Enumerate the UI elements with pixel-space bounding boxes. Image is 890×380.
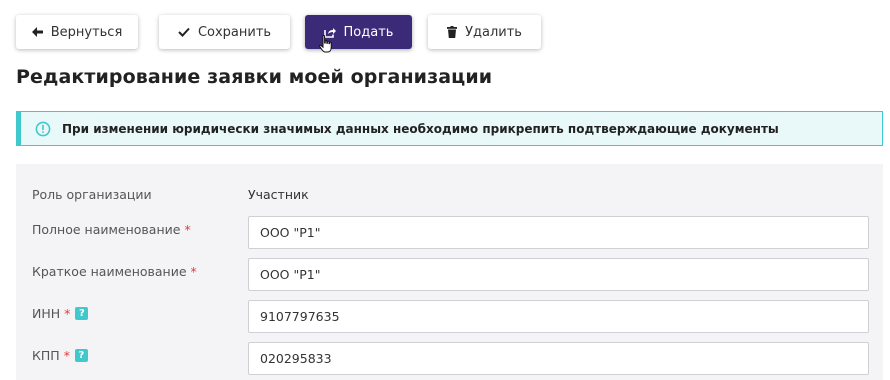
kpp-input[interactable] <box>248 342 869 375</box>
save-button-label: Сохранить <box>197 24 272 40</box>
question-icon[interactable]: ? <box>75 307 89 320</box>
inn-label-text: ИНН <box>32 306 61 321</box>
full-name-label: Полное наименование * <box>32 222 191 237</box>
required-mark: * <box>184 222 191 237</box>
page-title: Редактирование заявки моей организации <box>16 66 493 88</box>
inn-input[interactable] <box>248 300 869 333</box>
arrow-left-icon <box>31 27 43 37</box>
short-name-label: Краткое наименование * <box>32 264 197 279</box>
inn-row: ИНН * ? <box>16 300 883 333</box>
required-mark: * <box>64 306 71 321</box>
role-label-text: Роль организации <box>32 187 152 202</box>
submit-button-label: Подать <box>343 24 394 40</box>
full-name-input[interactable] <box>248 216 869 249</box>
trash-icon <box>447 26 458 38</box>
short-name-row: Краткое наименование * <box>16 258 883 291</box>
required-mark: * <box>190 264 197 279</box>
short-name-input[interactable] <box>248 258 869 291</box>
kpp-label: КПП * ? <box>32 348 88 363</box>
back-button-label: Вернуться <box>50 24 123 40</box>
short-name-label-text: Краткое наименование <box>32 264 187 279</box>
organization-form: Роль организации Участник Полное наимено… <box>16 164 883 380</box>
full-name-row: Полное наименование * <box>16 216 883 249</box>
delete-button-label: Удалить <box>465 24 522 40</box>
submit-button[interactable]: Подать <box>305 15 412 49</box>
exclamation-circle-icon <box>35 121 51 137</box>
kpp-row: КПП * ? <box>16 342 883 375</box>
check-icon <box>178 27 190 37</box>
save-button[interactable]: Сохранить <box>159 15 290 49</box>
role-label: Роль организации <box>32 187 152 202</box>
role-value: Участник <box>248 187 309 202</box>
role-row: Роль организации Участник <box>16 184 883 204</box>
question-icon[interactable]: ? <box>74 349 88 362</box>
delete-button[interactable]: Удалить <box>428 15 541 49</box>
info-alert: При изменении юридически значимых данных… <box>16 111 883 146</box>
share-icon <box>323 27 336 38</box>
required-mark: * <box>63 348 70 363</box>
alert-text: При изменении юридически значимых данных… <box>62 121 779 136</box>
inn-label: ИНН * ? <box>32 306 89 321</box>
back-button[interactable]: Вернуться <box>16 15 138 49</box>
kpp-label-text: КПП <box>32 348 60 363</box>
full-name-label-text: Полное наименование <box>32 222 181 237</box>
